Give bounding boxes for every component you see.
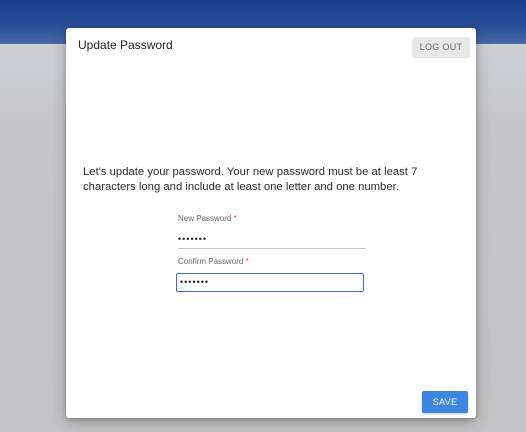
update-password-dialog: Update Password LOG OUT Let's update you… (66, 28, 476, 418)
confirm-password-label-text: Confirm Password (178, 257, 244, 266)
save-button[interactable]: SAVE (422, 391, 468, 413)
new-password-input[interactable]: ••••••• (178, 230, 366, 249)
logout-button[interactable]: LOG OUT (412, 37, 470, 57)
new-password-label: New Password * (178, 214, 237, 223)
required-marker: * (233, 214, 237, 223)
confirm-password-label: Confirm Password * (178, 257, 249, 266)
password-requirements-message: Let's update your password. Your new pas… (83, 166, 418, 193)
new-password-label-text: New Password (178, 214, 232, 223)
dialog-title: Update Password (78, 38, 173, 52)
required-marker: * (245, 257, 249, 266)
confirm-password-input[interactable]: ••••••• (176, 273, 364, 292)
